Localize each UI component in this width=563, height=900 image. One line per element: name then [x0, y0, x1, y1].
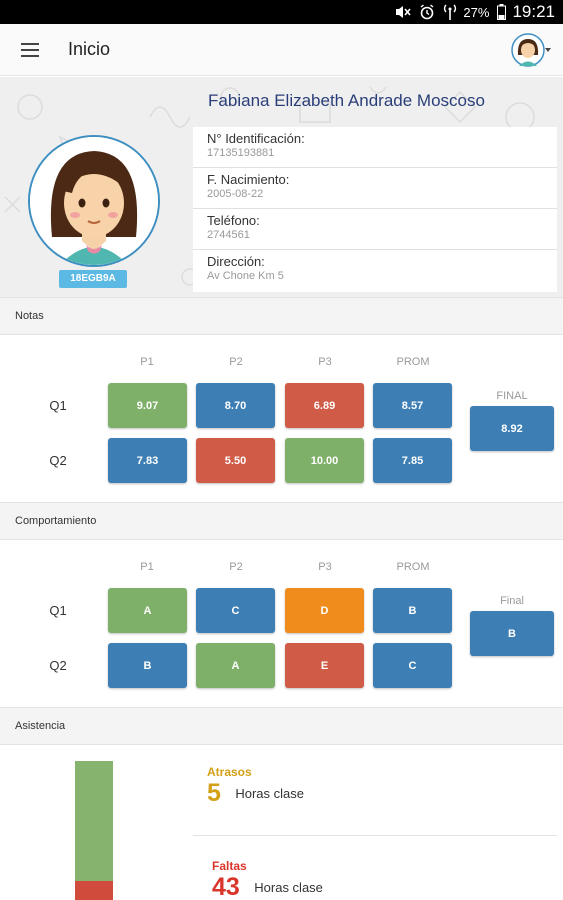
- absences-count: 43: [212, 873, 240, 900]
- row-header: Q2: [49, 658, 67, 673]
- info-address: Dirección: Av Chone Km 5: [193, 250, 557, 291]
- row-header: Q1: [49, 603, 67, 618]
- grade-cell: 5.50: [196, 438, 275, 483]
- absences-label: Faltas: [212, 859, 247, 873]
- info-label: F. Nacimiento:: [207, 172, 290, 187]
- tardies-count: 5: [207, 779, 221, 807]
- tardies-label: Atrasos: [207, 765, 252, 779]
- grades-grid: P1 P2 P3 PROM Q1 Q2 9.07 8.70 6.89 8.57 …: [0, 336, 563, 501]
- wifi-icon: [443, 4, 457, 20]
- absences-block: Faltas 43 Horas clase: [198, 859, 562, 900]
- info-phone: Teléfono: 2744561: [193, 209, 557, 250]
- column-header: P1: [140, 561, 154, 573]
- student-info-card: N° Identificación: 17135193881 F. Nacimi…: [193, 127, 557, 292]
- section-comportamiento-header: Comportamiento: [0, 502, 563, 540]
- divider: [193, 835, 557, 836]
- chevron-down-icon: [545, 48, 551, 52]
- column-header: PROM: [396, 356, 430, 368]
- info-id: N° Identificación: 17135193881: [193, 127, 557, 168]
- grade-cell: 7.85: [373, 438, 452, 483]
- app-bar: Inicio: [0, 24, 563, 76]
- account-switcher[interactable]: [511, 32, 551, 68]
- avatar: [511, 33, 545, 67]
- final-header: Final: [500, 595, 524, 607]
- column-header: PROM: [396, 561, 430, 573]
- info-label: Dirección:: [207, 254, 265, 269]
- behavior-cell: A: [108, 588, 187, 633]
- info-birthdate: F. Nacimiento: 2005-08-22: [193, 168, 557, 209]
- behavior-cell: B: [108, 643, 187, 688]
- student-code-badge: 18EGB9A: [59, 270, 127, 288]
- behavior-cell: C: [373, 643, 452, 688]
- final-behavior-cell: B: [470, 611, 554, 656]
- info-label: Teléfono:: [207, 213, 260, 228]
- info-value: 2744561: [207, 229, 250, 241]
- behavior-cell: A: [196, 643, 275, 688]
- info-value: 17135193881: [207, 147, 275, 159]
- section-notas-header: Notas: [0, 297, 563, 335]
- section-asistencia-header: Asistencia: [0, 707, 563, 745]
- column-header: P3: [318, 356, 332, 368]
- avatar-illustration: [30, 137, 158, 265]
- grade-cell: 6.89: [285, 383, 364, 428]
- tardies-block: Atrasos 5 Horas clase: [193, 765, 557, 808]
- column-header: P3: [318, 561, 332, 573]
- grade-cell: 10.00: [285, 438, 364, 483]
- column-header: P2: [229, 356, 243, 368]
- column-header: P2: [229, 561, 243, 573]
- alarm-icon: [419, 4, 435, 20]
- behavior-cell: B: [373, 588, 452, 633]
- behavior-cell: C: [196, 588, 275, 633]
- profile-header: Fabiana Elizabeth Andrade Moscoso 18EGB9…: [0, 77, 563, 299]
- behavior-cell: E: [285, 643, 364, 688]
- page-title: Inicio: [68, 39, 111, 59]
- row-header: Q1: [49, 398, 67, 413]
- attendance-bar: [75, 761, 113, 900]
- grade-cell: 8.57: [373, 383, 452, 428]
- info-value: Av Chone Km 5: [207, 270, 284, 282]
- battery-icon: [497, 4, 507, 20]
- clock: 19:21: [512, 2, 555, 21]
- attendance-panel: Atrasos 5 Horas clase Faltas 43 Horas cl…: [0, 747, 563, 900]
- student-avatar: [28, 135, 160, 267]
- info-value: 2005-08-22: [207, 188, 264, 200]
- absences-unit: Horas clase: [254, 880, 323, 895]
- behavior-cell: D: [285, 588, 364, 633]
- final-grade-cell: 8.92: [470, 406, 554, 451]
- behavior-grid: P1 P2 P3 PROM Q1 Q2 A C D B B A E C Fina…: [0, 541, 563, 706]
- info-label: N° Identificación:: [207, 131, 305, 146]
- grade-cell: 7.83: [108, 438, 187, 483]
- row-header: Q2: [49, 453, 67, 468]
- grade-cell: 9.07: [108, 383, 187, 428]
- grade-cell: 8.70: [196, 383, 275, 428]
- student-name: Fabiana Elizabeth Andrade Moscoso: [208, 91, 485, 110]
- battery-level: 27%: [463, 4, 490, 20]
- column-header: P1: [140, 356, 154, 368]
- attendance-bar-absences: [75, 881, 113, 900]
- tardies-unit: Horas clase: [235, 786, 304, 801]
- menu-icon[interactable]: [0, 24, 60, 76]
- final-header: FINAL: [496, 390, 528, 402]
- status-bar: 27% 19:21: [0, 0, 563, 24]
- mute-icon: [395, 5, 412, 19]
